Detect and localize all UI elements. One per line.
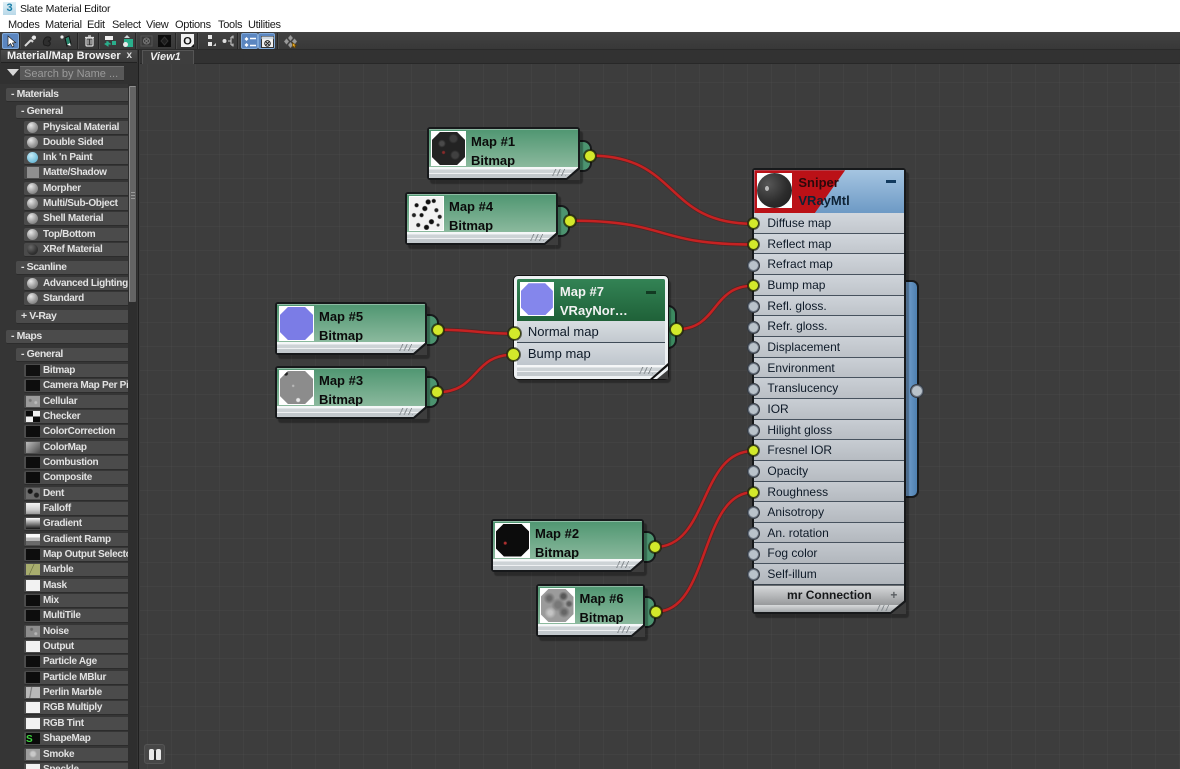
svg-text:O: O (183, 36, 192, 48)
